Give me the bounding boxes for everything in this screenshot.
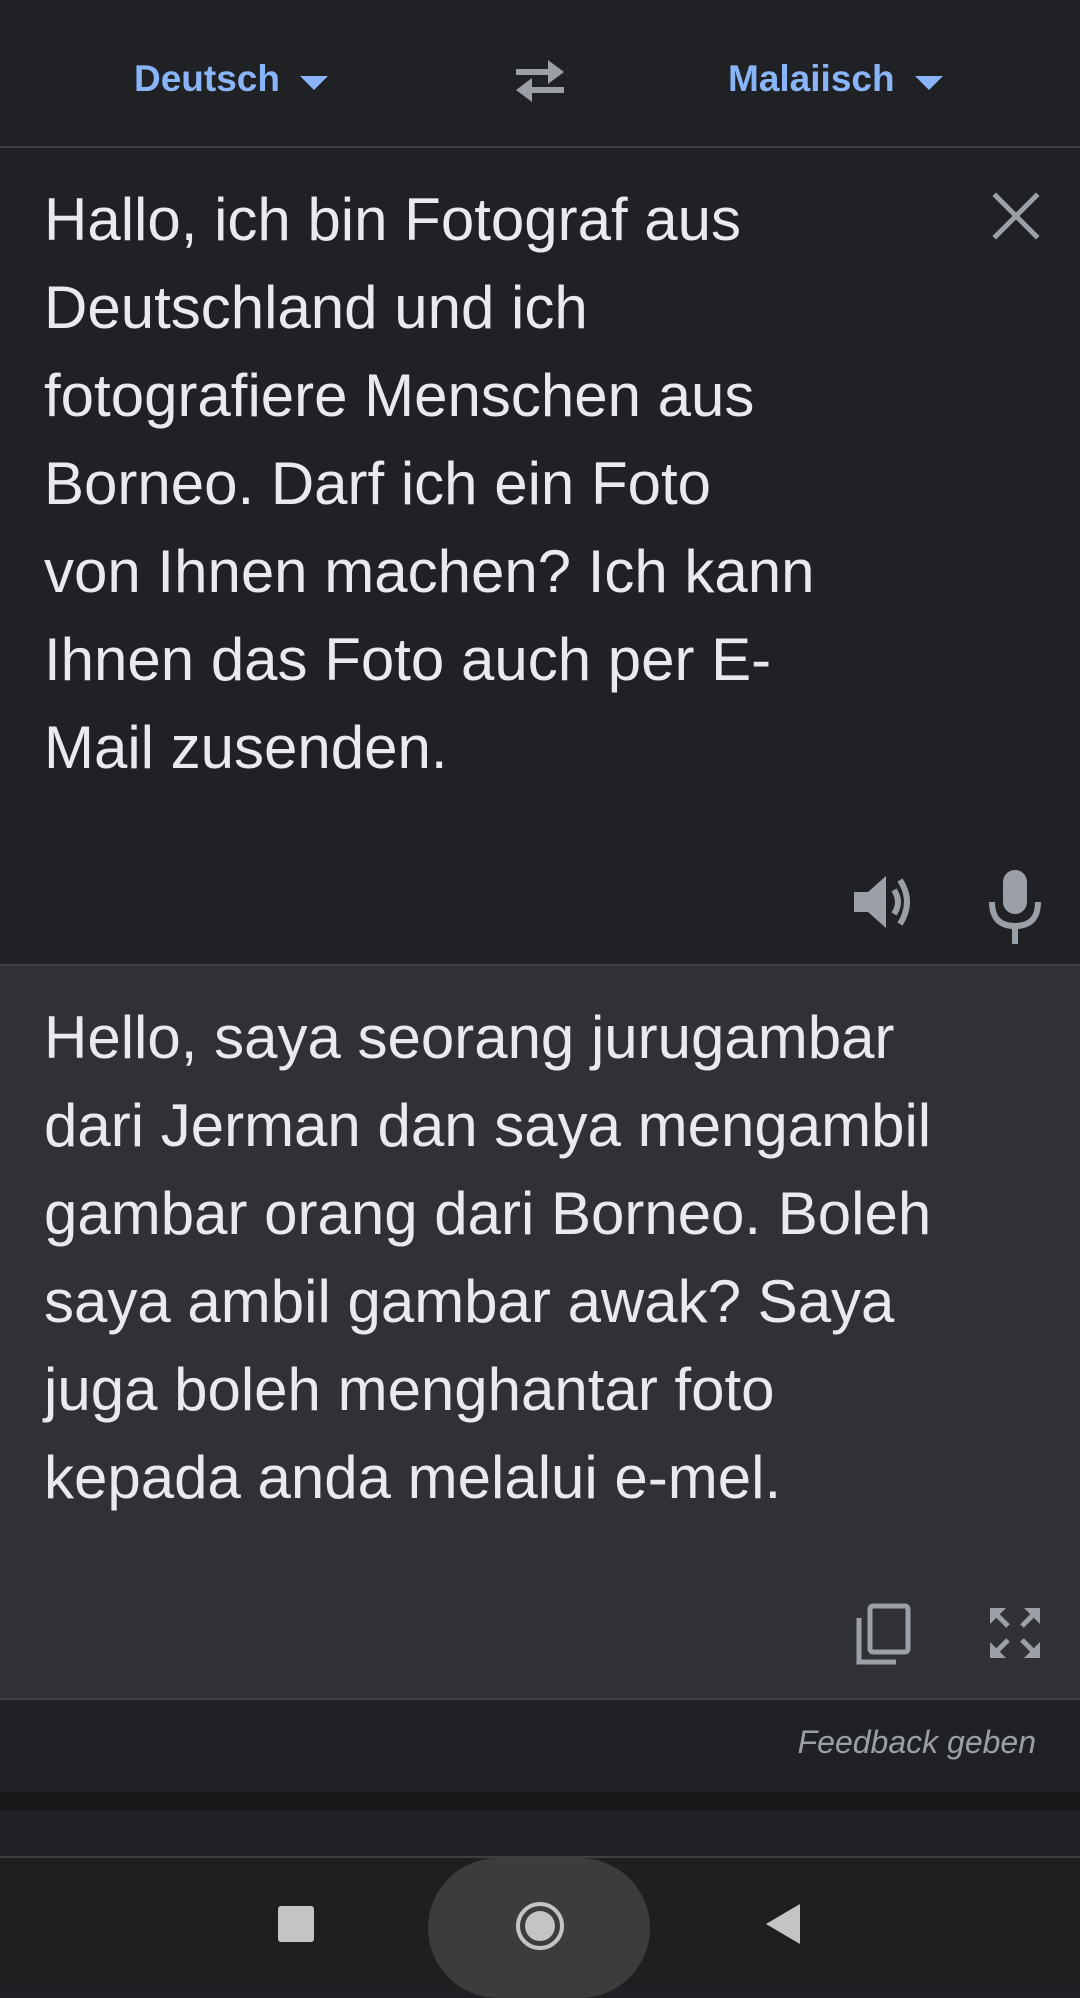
source-text-line: Mail zusenden. — [44, 714, 448, 781]
fullscreen-icon — [990, 1608, 1040, 1658]
source-text-line: Deutschland und ich — [44, 274, 588, 341]
translation-text-line: gambar orang dari Borneo. Boleh — [44, 1180, 932, 1247]
voice-input-button[interactable] — [984, 868, 1046, 946]
divider — [0, 1792, 1080, 1810]
listen-source-button[interactable] — [850, 870, 916, 934]
microphone-icon — [989, 870, 1041, 944]
home-button[interactable] — [514, 1900, 566, 1952]
bottom-sheet-edge — [0, 1810, 1080, 1858]
swap-languages-icon — [516, 60, 564, 102]
source-text-line: Ihnen das Foto auch per E- — [44, 626, 772, 693]
source-text-line: fotografiere Menschen aus — [44, 362, 755, 429]
translation-text-line: saya ambil gambar awak? Saya — [44, 1268, 895, 1335]
target-language-selector[interactable]: Malaiisch — [728, 44, 943, 114]
translation-text-line: juga boleh menghantar foto — [44, 1356, 775, 1423]
feedback-bar: Feedback geben — [0, 1700, 1080, 1792]
back-button[interactable] — [764, 1902, 802, 1946]
dropdown-arrow-icon — [914, 76, 943, 90]
language-bar: Deutsch Malaiisch — [0, 0, 1080, 148]
target-language-label: Malaiisch — [728, 58, 895, 99]
close-icon — [992, 192, 1040, 240]
fullscreen-button[interactable] — [986, 1604, 1044, 1662]
clear-text-button[interactable] — [988, 188, 1044, 244]
feedback-link[interactable]: Feedback geben — [798, 1724, 1036, 1761]
home-circle-icon — [516, 1902, 564, 1950]
translation-text-line: kepada anda melalui e-mel. — [44, 1444, 782, 1511]
copy-icon — [856, 1603, 911, 1665]
back-triangle-icon — [766, 1904, 800, 1944]
translation-panel: Hello, saya seorang jurugambar dari Jerm… — [0, 966, 1080, 1700]
recents-button[interactable] — [278, 1906, 314, 1942]
translation-text-line: dari Jerman dan saya mengambil — [44, 1092, 932, 1159]
source-language-label: Deutsch — [134, 58, 280, 99]
dropdown-arrow-icon — [299, 76, 328, 90]
translation-text-line: Hello, saya seorang jurugambar — [44, 1004, 895, 1071]
translation-text: Hello, saya seorang jurugambar dari Jerm… — [44, 994, 1044, 1522]
swap-languages-button[interactable] — [510, 52, 570, 108]
copy-translation-button[interactable] — [854, 1602, 912, 1668]
source-text-input[interactable]: Hallo, ich bin Fotograf aus Deutschland … — [44, 176, 944, 792]
source-text-line: Borneo. Darf ich ein Foto — [44, 450, 712, 517]
source-text-line: Hallo, ich bin Fotograf aus — [44, 186, 742, 253]
speaker-icon — [854, 876, 910, 928]
source-text-panel: Hallo, ich bin Fotograf aus Deutschland … — [0, 148, 1080, 966]
source-language-selector[interactable]: Deutsch — [134, 44, 328, 114]
source-text-line: von Ihnen machen? Ich kann — [44, 538, 815, 605]
system-navigation-bar — [0, 1858, 1080, 1998]
